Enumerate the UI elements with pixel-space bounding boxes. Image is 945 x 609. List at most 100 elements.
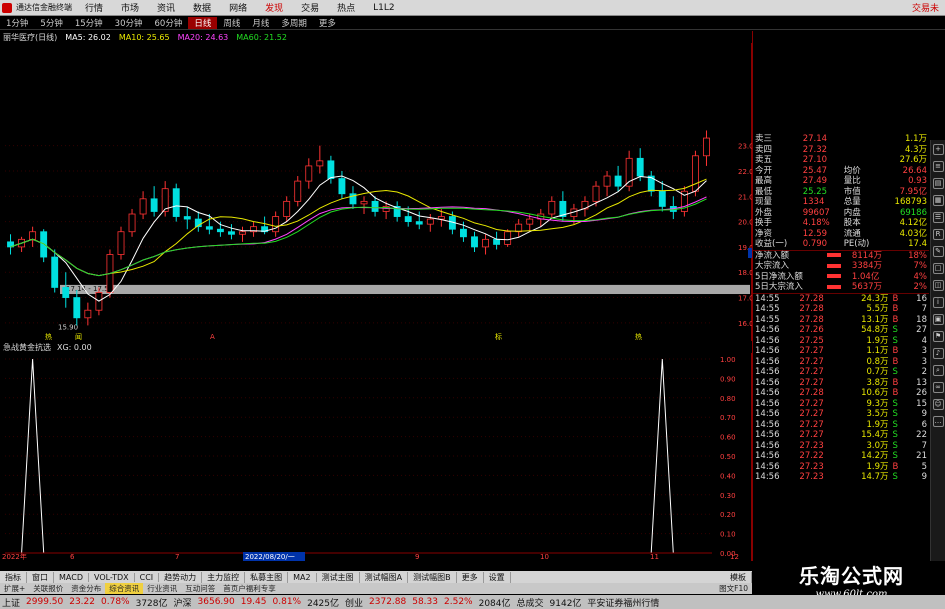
indicator-tab-7[interactable]: 私募主图 — [245, 571, 289, 583]
period-tab-3[interactable]: 30分钟 — [109, 17, 149, 29]
f10-button[interactable]: 图文F10 — [715, 583, 752, 594]
info-tab-2[interactable]: 资金分布 — [67, 583, 105, 594]
candle-body — [172, 188, 180, 217]
tick-side: B — [892, 461, 899, 472]
period-tab-9[interactable]: 更多 — [313, 17, 342, 29]
tick-price: 27.27 — [799, 346, 824, 356]
flow-label: 5日大宗流入 — [755, 282, 803, 292]
menu-l1l2[interactable]: L1L2 — [364, 3, 403, 13]
quote-row: 今开 25.47 均价 26.64 — [753, 166, 929, 177]
tick-volume: 10.6万 — [861, 388, 889, 398]
info-tab-6[interactable]: 首页户福利专享 — [219, 583, 280, 594]
indicator-tab-3[interactable]: VOL-TDX — [89, 572, 135, 582]
plus-icon[interactable]: + — [932, 144, 944, 155]
info-tab-5[interactable]: 互动问答 — [181, 583, 219, 594]
index-change: 23.22 — [69, 597, 95, 607]
tick-volume: 3.5万 — [866, 409, 889, 419]
tick-price: 27.27 — [799, 430, 824, 440]
indicator-chart[interactable]: 1.00 0.90 0.80 0.70 0.60 0.50 0.40 0.30 0.20 0.10… — [0, 353, 752, 561]
index-amount: 3728亿 — [135, 598, 168, 609]
candle-body — [437, 216, 445, 220]
tick-side: B — [892, 377, 899, 388]
info-tab-4[interactable]: 行业资讯 — [143, 583, 181, 594]
menu-market[interactable]: 市场 — [112, 1, 148, 14]
indicator-tab-11[interactable]: 测试幅图B — [408, 571, 457, 583]
indicator-tick-label: 0.20 — [720, 511, 736, 519]
tick-row: 14:56 27.27 15.4万 S 22 — [753, 430, 929, 441]
flag-icon[interactable]: ⚑ — [932, 331, 944, 342]
candle-body — [51, 256, 59, 288]
indicator-tab-4[interactable]: CCI — [135, 572, 160, 582]
y-tick-label: 23.00 — [738, 143, 752, 151]
menu-data[interactable]: 数据 — [184, 1, 220, 14]
bell-icon[interactable]: ♪ — [932, 348, 944, 359]
quote-label: 市值 — [843, 186, 861, 197]
user-icon[interactable]: ☺ — [932, 399, 944, 410]
period-tab-8[interactable]: 多周期 — [275, 17, 313, 29]
menu-news[interactable]: 资讯 — [148, 1, 184, 14]
flow-row: 净流入额 8114万 18% — [753, 250, 929, 261]
indicator-tab-0[interactable]: 指标 — [0, 571, 27, 583]
calendar-icon[interactable]: ▣ — [932, 314, 944, 325]
period-tab-0[interactable]: 1分钟 — [0, 17, 34, 29]
window-icon[interactable]: □ — [932, 263, 944, 274]
indicator-tab-5[interactable]: 趋势动力 — [159, 571, 203, 583]
indicator-tab-12[interactable]: 更多 — [457, 571, 484, 583]
indicator-tab-6[interactable]: 主力监控 — [202, 571, 246, 583]
period-tab-4[interactable]: 60分钟 — [149, 17, 189, 29]
menu-hot[interactable]: 热点 — [328, 1, 364, 14]
index-name[interactable]: 创业 — [345, 596, 363, 609]
info-tab-0[interactable]: 扩展+ — [0, 583, 29, 594]
settings-icon[interactable]: ≡ — [932, 161, 944, 172]
tick-price: 27.27 — [799, 377, 824, 388]
tick-price: 27.23 — [799, 461, 824, 472]
tick-time: 14:56 — [755, 377, 780, 388]
menu-network[interactable]: 网络 — [220, 1, 256, 14]
rsi-icon[interactable]: R — [932, 229, 944, 240]
ma-legend-item: MA5: 26.02 — [65, 32, 111, 42]
chart-icon[interactable]: ▤ — [932, 178, 944, 189]
flow-bar — [825, 261, 850, 272]
candle-body — [360, 200, 368, 205]
index-name[interactable]: 沪深 — [174, 596, 192, 609]
quote-label: PE(动) — [843, 239, 870, 249]
period-tab-6[interactable]: 周线 — [217, 17, 246, 29]
candlestick-chart[interactable]: 23.0022.0021.0020.0019.0018.0017.0016.00… — [0, 43, 752, 341]
tick-volume: 14.2万 — [861, 451, 889, 461]
period-tab-5[interactable]: 日线 — [188, 16, 218, 29]
indicator-tab-13[interactable]: 设置 — [484, 571, 511, 583]
support-band — [60, 284, 750, 295]
ma-legend-item: MA10: 25.65 — [118, 32, 170, 42]
quote-value: 17.4 — [908, 239, 927, 249]
info-icon[interactable]: i — [932, 297, 944, 308]
info-tab-1[interactable]: 关联报价 — [29, 583, 67, 594]
menubar: 通达信金融终端 行情 市场 资讯 数据 网络 发现 交易 热点 L1L2 交易未 — [0, 0, 945, 16]
indicator-tab-9[interactable]: 测试主图 — [317, 571, 360, 583]
layers-icon[interactable]: ◫ — [932, 280, 944, 291]
menu-quotes[interactable]: 行情 — [76, 1, 112, 14]
menu-trade[interactable]: 交易 — [292, 1, 328, 14]
link-icon[interactable]: ∞ — [932, 382, 944, 393]
tick-row: 14:56 27.25 1.9万 S 4 — [753, 336, 929, 347]
period-tab-2[interactable]: 15分钟 — [69, 17, 109, 29]
list-icon[interactable]: ☰ — [932, 212, 944, 223]
period-tab-7[interactable]: 月线 — [246, 17, 275, 29]
indicator-tab-2[interactable]: MACD — [54, 572, 89, 582]
indicator-tab-10[interactable]: 测试幅图A — [360, 571, 409, 583]
tool-icon[interactable]: ✎ — [932, 246, 944, 257]
watermark: 乐淘公式网 www.60lt.com — [758, 560, 945, 600]
index-name[interactable]: 上证 — [2, 596, 20, 609]
grid-icon[interactable]: ▦ — [932, 195, 944, 206]
info-tab-3[interactable]: 综合资讯 — [105, 583, 144, 594]
trade-not-logged[interactable]: 交易未 — [912, 1, 945, 14]
quote-price: 27.10 — [802, 155, 828, 165]
menu-discover[interactable]: 发现 — [256, 1, 292, 14]
chart-marker: 热 — [635, 332, 642, 341]
template-tab[interactable]: 模板 — [725, 571, 752, 583]
fund-flow-table: 净流入额 8114万 18% 大宗流入 3384万 7% 5日净流入额 1.04亿 4% 5日大宗… — [753, 249, 929, 293]
indicator-tab-1[interactable]: 窗口 — [27, 571, 54, 583]
indicator-tab-8[interactable]: MA2 — [288, 572, 317, 582]
period-tab-1[interactable]: 5分钟 — [34, 17, 68, 29]
search-icon[interactable]: ⌕ — [932, 365, 944, 376]
more-icon[interactable]: … — [932, 416, 944, 427]
